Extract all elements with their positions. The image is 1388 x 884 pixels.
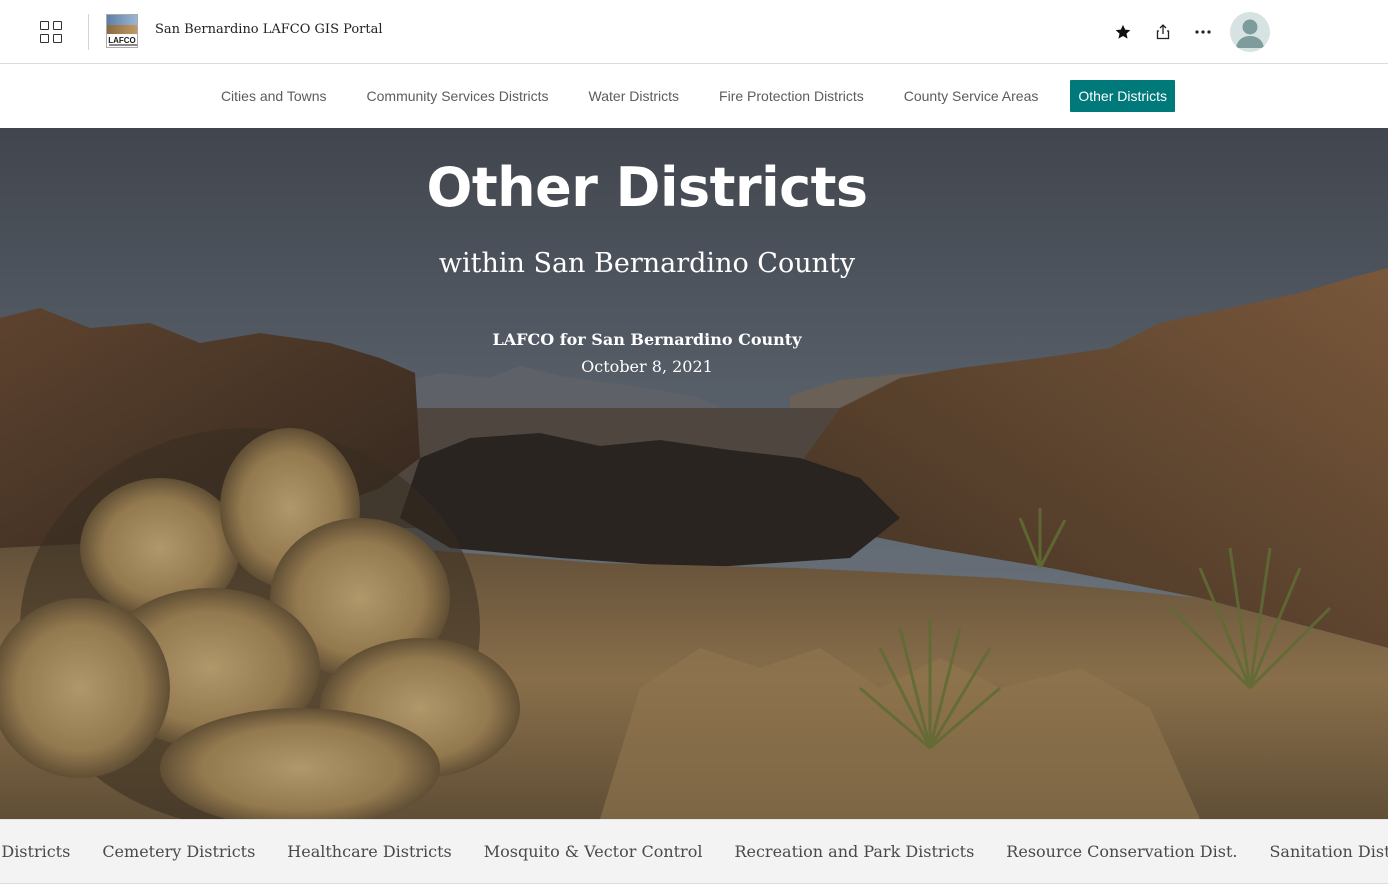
portal-title[interactable]: San Bernardino LAFCO GIS Portal — [155, 22, 383, 37]
tab-healthcare-districts[interactable]: Healthcare Districts — [287, 842, 451, 861]
nav-item-fire-protection-districts[interactable]: Fire Protection Districts — [711, 80, 872, 112]
tab-airport-districts[interactable]: Airport Districts — [0, 842, 70, 861]
nav-item-county-service-areas[interactable]: County Service Areas — [896, 80, 1047, 112]
more-icon — [1195, 30, 1211, 34]
hero-subtitle: within San Bernardino County — [438, 248, 856, 279]
header-divider — [88, 14, 89, 50]
apps-grid-icon — [40, 21, 62, 43]
tab-mosquito-vector-control[interactable]: Mosquito & Vector Control — [484, 842, 703, 861]
star-icon — [1115, 24, 1131, 39]
favorite-button[interactable] — [1111, 20, 1135, 44]
lafco-logo[interactable]: LAFCO — [106, 14, 138, 48]
share-button[interactable] — [1151, 20, 1175, 44]
hero-title: Other Districts — [426, 156, 868, 219]
district-tabs-track: Airport Districts Cemetery Districts Hea… — [0, 842, 1388, 861]
hero-organization: LAFCO for San Bernardino County — [492, 330, 802, 349]
nav-item-cities-and-towns[interactable]: Cities and Towns — [213, 80, 335, 112]
tab-cemetery-districts[interactable]: Cemetery Districts — [102, 842, 255, 861]
desert-landscape-image — [0, 128, 1388, 819]
district-tabs-strip: Airport Districts Cemetery Districts Hea… — [0, 819, 1388, 884]
hero-banner: Other Districts within San Bernardino Co… — [0, 128, 1388, 819]
nav-items: Cities and Towns Community Services Dist… — [0, 80, 1388, 112]
tab-sanitation-districts[interactable]: Sanitation Districts — [1269, 842, 1388, 861]
nav-item-other-districts[interactable]: Other Districts — [1070, 80, 1176, 112]
nav-item-community-services-districts[interactable]: Community Services Districts — [359, 80, 557, 112]
top-header: LAFCO San Bernardino LAFCO GIS Portal — [0, 0, 1388, 64]
tab-recreation-and-park-districts[interactable]: Recreation and Park Districts — [734, 842, 974, 861]
share-icon — [1156, 24, 1170, 40]
section-nav: Cities and Towns Community Services Dist… — [0, 64, 1388, 128]
user-avatar-icon — [1236, 19, 1264, 48]
app-launcher-button[interactable] — [30, 12, 72, 52]
tab-resource-conservation-dist[interactable]: Resource Conservation Dist. — [1006, 842, 1237, 861]
more-options-button[interactable] — [1191, 20, 1215, 44]
nav-item-water-districts[interactable]: Water Districts — [581, 80, 687, 112]
user-avatar-button[interactable] — [1230, 12, 1270, 52]
hero-date: October 8, 2021 — [581, 357, 713, 376]
